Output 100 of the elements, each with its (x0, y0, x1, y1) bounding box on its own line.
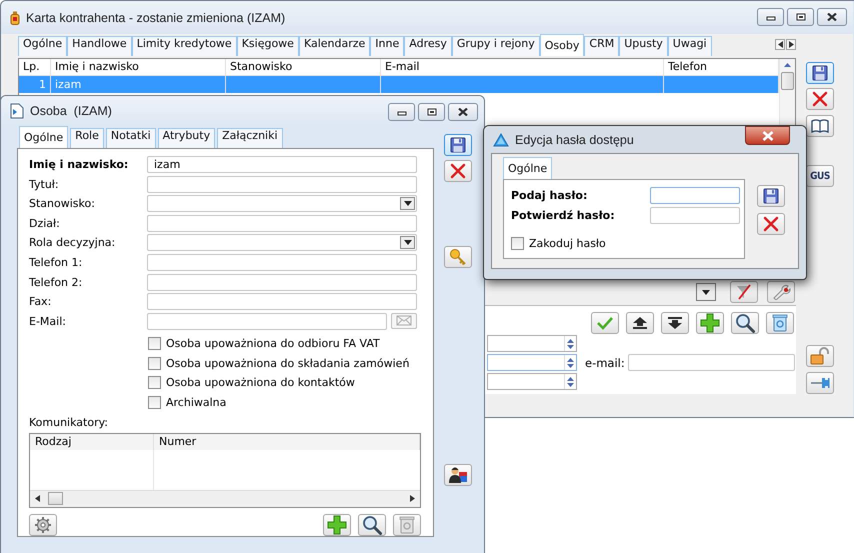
text-field[interactable] (147, 214, 417, 232)
contacts-button[interactable] (444, 464, 472, 486)
tab[interactable]: Upusty (619, 36, 668, 56)
pin-button[interactable] (806, 372, 834, 394)
checkbox[interactable] (148, 337, 161, 350)
save-button[interactable] (444, 134, 472, 156)
field-label: Tytuł: (29, 178, 60, 191)
tab[interactable]: Załączniki (217, 128, 283, 148)
tab[interactable]: Inne (370, 36, 404, 56)
close-icon (458, 108, 468, 116)
floppy-icon (450, 137, 466, 153)
search-button[interactable] (731, 312, 759, 334)
dropdown-field[interactable] (147, 234, 417, 252)
tab[interactable]: Kalendarze (298, 36, 370, 56)
plus-icon (327, 514, 347, 535)
field-label: Fax: (29, 295, 52, 308)
close-button[interactable] (817, 8, 847, 26)
spin-field[interactable] (487, 373, 577, 390)
minimize-button[interactable] (757, 8, 784, 26)
confirm-button[interactable] (591, 312, 619, 334)
checkbox[interactable] (511, 237, 524, 250)
table-cell[interactable] (381, 76, 664, 93)
checkbox[interactable] (148, 356, 161, 370)
filter-button[interactable] (730, 281, 758, 303)
field-label: Telefon 1: (29, 256, 84, 269)
checkbox-label: Osoba upoważniona do odbioru FA VAT (166, 337, 380, 350)
tab[interactable]: Ogólne (503, 157, 552, 179)
horizontal-scrollbar[interactable] (30, 490, 420, 507)
save-button[interactable] (757, 185, 785, 207)
cancel-button[interactable] (806, 88, 834, 110)
text-field[interactable] (147, 274, 417, 291)
tab[interactable]: Handlowe (67, 36, 132, 56)
search-button[interactable] (358, 514, 386, 536)
tab[interactable]: Osoby (540, 34, 584, 56)
column-header[interactable]: Rodzaj (30, 434, 154, 450)
close-button[interactable] (745, 126, 790, 145)
settings-button[interactable] (767, 281, 795, 303)
dropdown-field[interactable] (147, 195, 417, 212)
scroll-left-button[interactable] (775, 39, 785, 50)
field-label: Rola decyzyjna: (29, 236, 116, 250)
scrollbar-thumb[interactable] (48, 492, 63, 506)
tab[interactable]: Role (70, 128, 104, 148)
password-field[interactable] (650, 207, 740, 224)
close-button[interactable] (448, 103, 478, 121)
maximize-button[interactable] (418, 103, 445, 121)
tab[interactable]: Księgowe (236, 36, 299, 56)
field-label: Dział: (29, 216, 61, 230)
book-button[interactable] (806, 115, 834, 137)
upload-button[interactable] (626, 312, 654, 334)
right-arrow-icon (410, 495, 415, 502)
scroll-right-button[interactable] (786, 39, 796, 50)
delete-button[interactable] (393, 514, 421, 536)
search-icon (735, 313, 755, 333)
table-cell[interactable] (226, 76, 381, 93)
cancel-button[interactable] (444, 160, 472, 182)
text-field[interactable]: izam (147, 156, 417, 173)
scrollbar-thumb[interactable] (781, 72, 794, 90)
checkbox[interactable] (148, 376, 161, 389)
add-button[interactable] (323, 514, 351, 536)
field-label: Imię i nazwisko: (29, 158, 130, 171)
tab[interactable]: Ogólne (18, 36, 68, 56)
tab[interactable]: Notatki (106, 128, 156, 148)
gus-button[interactable]: GUS (806, 165, 834, 187)
tab[interactable]: Uwagi (668, 36, 712, 56)
key-button[interactable] (444, 246, 472, 268)
maximize-icon (426, 108, 436, 116)
text-field[interactable] (147, 254, 417, 271)
tab[interactable]: Grupy i rejony (452, 36, 540, 56)
dropdown-button[interactable] (696, 283, 716, 301)
password-field[interactable] (650, 187, 740, 204)
table-cell[interactable] (664, 76, 779, 93)
recycle-bin-icon (772, 314, 788, 332)
down-arrow-icon (567, 364, 574, 368)
save-button[interactable] (806, 62, 834, 84)
maximize-icon (796, 13, 806, 21)
delete-button[interactable] (766, 312, 794, 334)
cross-icon (450, 163, 466, 179)
tab[interactable]: Adresy (404, 36, 452, 56)
tab[interactable]: Atrybuty (158, 128, 216, 148)
email-field[interactable] (147, 312, 387, 330)
text-field[interactable] (147, 176, 417, 193)
email-field[interactable] (628, 354, 795, 371)
settings-button[interactable] (29, 514, 57, 536)
window-title: Karta kontrahenta - zostanie zmieniona (IZAM) (26, 10, 286, 24)
cancel-button[interactable] (757, 213, 785, 235)
spin-field[interactable] (487, 354, 577, 371)
text-field[interactable] (147, 293, 417, 310)
spin-field[interactable] (487, 335, 577, 352)
tab[interactable]: CRM (584, 36, 620, 56)
minimize-button[interactable] (388, 103, 415, 121)
add-button[interactable] (696, 312, 724, 334)
tab[interactable]: Ogólne (19, 126, 68, 148)
download-button[interactable] (661, 312, 689, 334)
unlock-button[interactable] (806, 345, 834, 367)
send-email-button[interactable] (391, 312, 417, 329)
checkbox[interactable] (148, 396, 161, 408)
plus-icon (700, 313, 720, 333)
maximize-button[interactable] (787, 8, 814, 26)
tab[interactable]: Limity kredytowe (132, 36, 237, 56)
column-header[interactable]: Numer (154, 434, 420, 450)
